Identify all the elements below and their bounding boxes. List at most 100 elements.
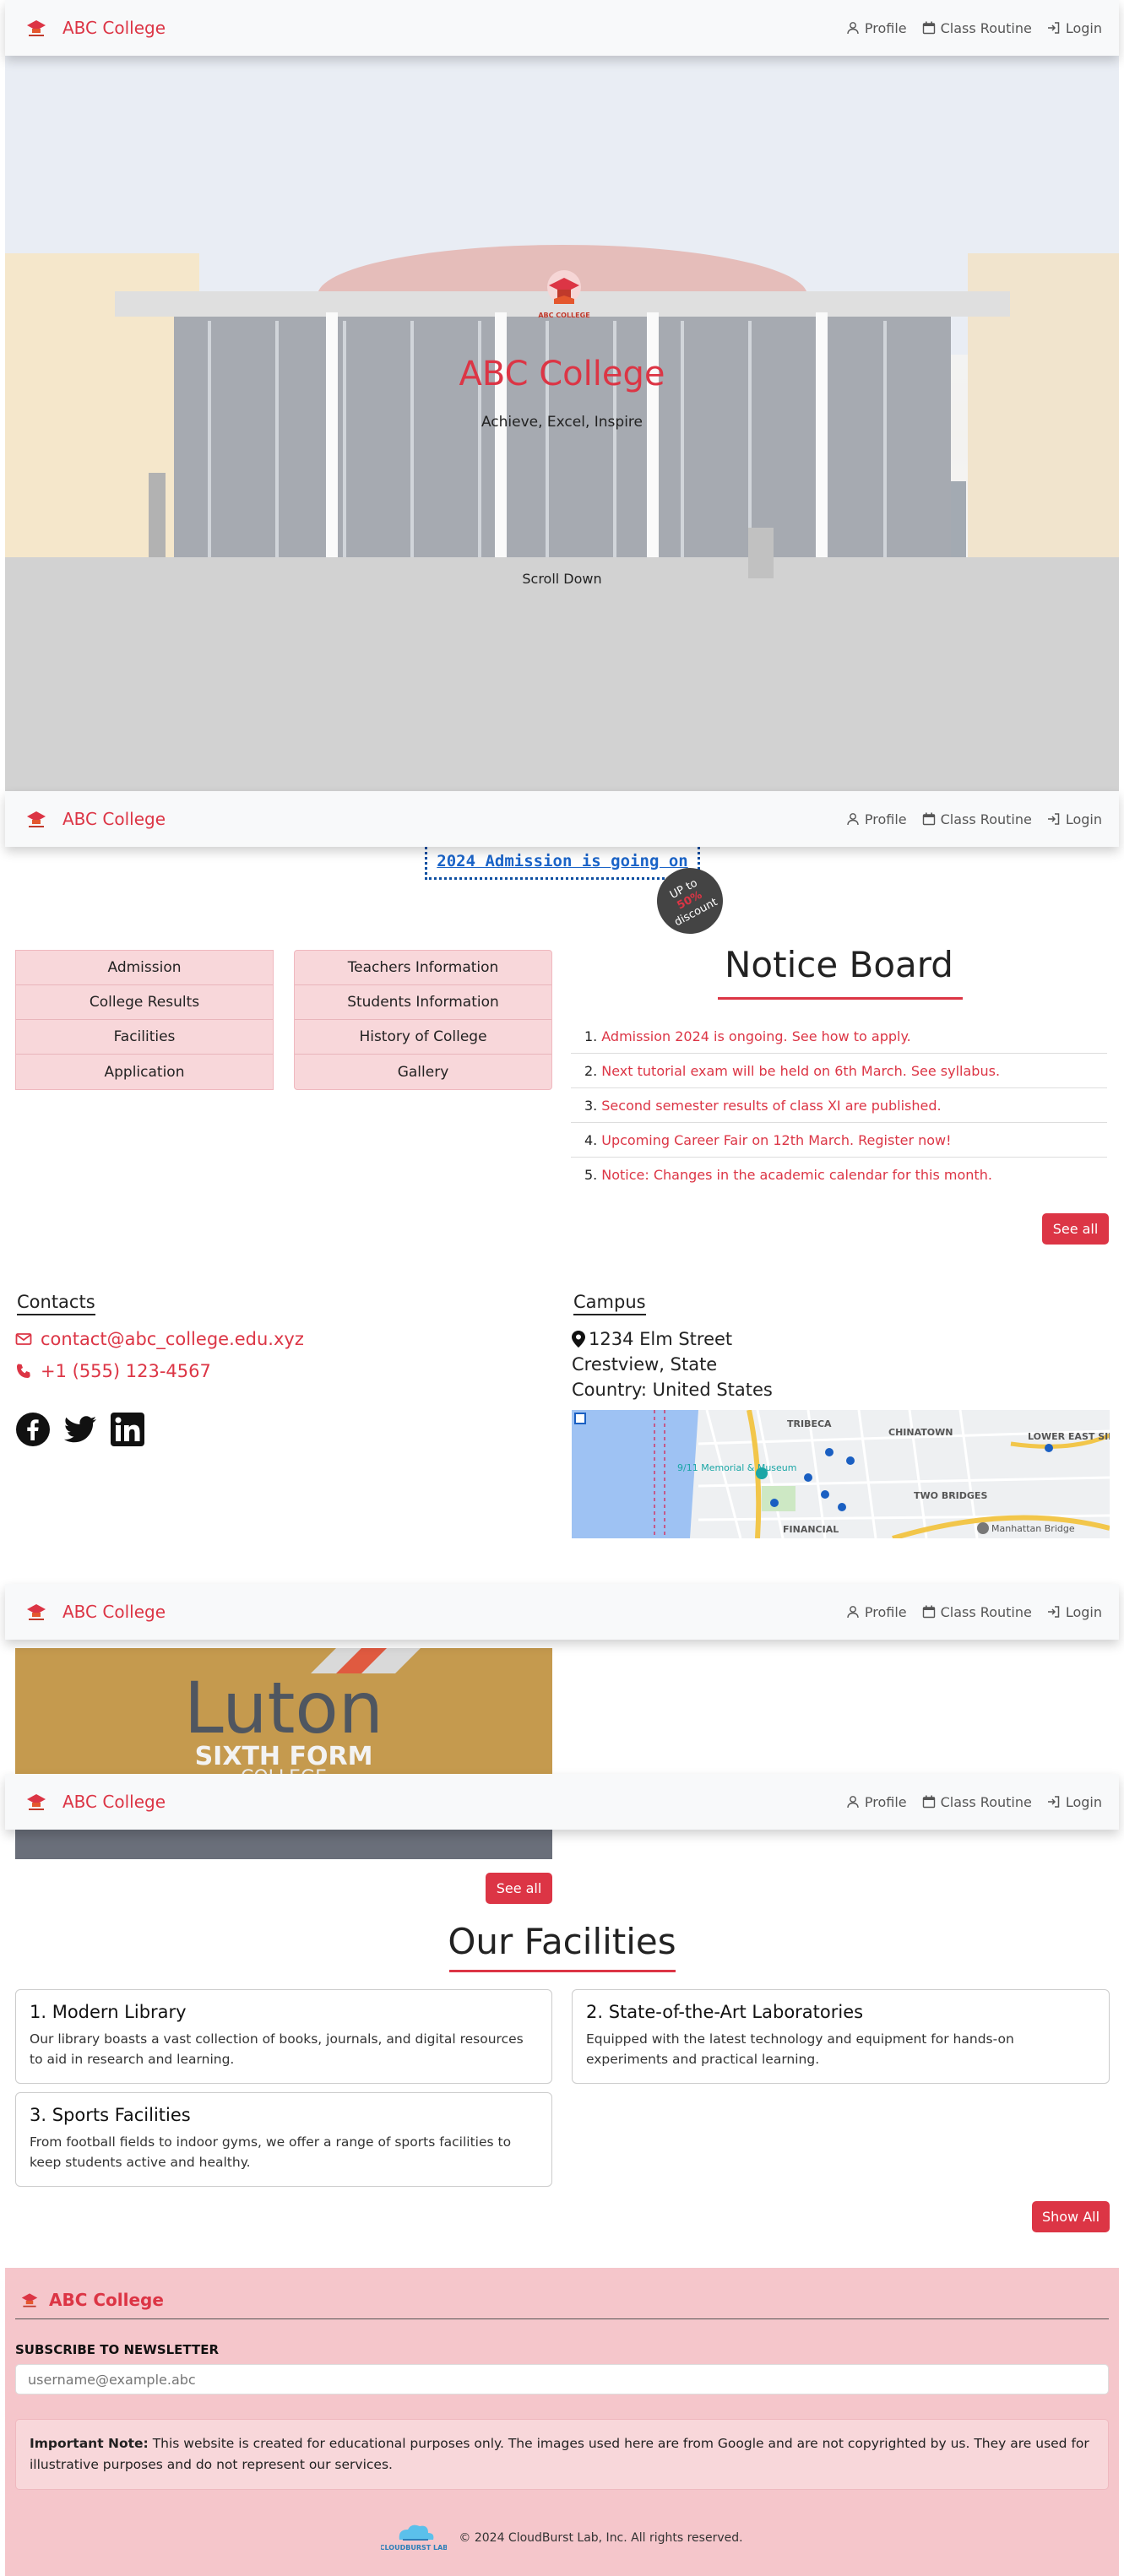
newsletter-email-input[interactable]: [15, 2364, 1109, 2394]
footer-divider: [15, 2318, 1109, 2319]
facility-card-title: 1. Modern Library: [30, 2002, 187, 2022]
facilities-show-all-button[interactable]: Show All: [1032, 2201, 1110, 2232]
copyright-text: © 2024 CloudBurst Lab, Inc. All rights r…: [459, 2531, 743, 2545]
notice-item[interactable]: 1. Admission 2024 is ongoing. See how to …: [571, 1019, 1107, 1054]
admission-banner-link[interactable]: 2024 Admission is going on: [425, 843, 700, 880]
nav-profile-label: Profile: [864, 19, 907, 36]
brand-name[interactable]: ABC College: [62, 18, 166, 38]
linkedin-icon[interactable]: [110, 1412, 145, 1447]
contact-phone-text[interactable]: +1 (555) 123-4567: [41, 1361, 211, 1381]
map-label: TWO BRIDGES: [914, 1490, 987, 1501]
cloudburst-logo-icon[interactable]: CLOUDBURST LAB: [381, 2521, 447, 2555]
important-note-text: This website is created for educational …: [30, 2436, 1089, 2472]
important-note-label: Important Note:: [30, 2436, 149, 2451]
nav-login[interactable]: Login: [1047, 20, 1102, 36]
footer-brand[interactable]: ABC College: [19, 2290, 164, 2310]
navbar-sticky: ABC College Profile Class Routine Login: [5, 791, 1119, 847]
brand-name[interactable]: ABC College: [62, 1792, 166, 1812]
notice-board-underline: [718, 997, 963, 1000]
brand-name[interactable]: ABC College: [62, 809, 166, 829]
nav-class-routine-label: Class Routine: [940, 811, 1032, 827]
contact-email[interactable]: contact@abc_college.edu.xyz: [15, 1329, 304, 1349]
gallery-see-all-button[interactable]: See all: [486, 1873, 552, 1904]
calendar-icon: [922, 1605, 935, 1619]
nav-class-routine-label: Class Routine: [940, 1793, 1032, 1810]
phone-icon: [17, 1364, 30, 1378]
sign-in-icon: [1047, 1606, 1060, 1618]
nav-profile[interactable]: Profile: [846, 1604, 907, 1620]
notice-see-all-button[interactable]: See all: [1042, 1213, 1109, 1245]
facility-card: 2. State-of-the-Art Laboratories Equippe…: [572, 1989, 1110, 2084]
sign-in-icon: [1047, 1796, 1060, 1808]
facility-card-text: Equipped with the latest technology and …: [586, 2031, 1014, 2068]
contact-email-text[interactable]: contact@abc_college.edu.xyz: [41, 1329, 304, 1349]
hero-tagline: Achieve, Excel, Inspire: [481, 414, 643, 431]
nav-class-routine[interactable]: Class Routine: [922, 1794, 1032, 1810]
facility-card-title: 2. State-of-the-Art Laboratories: [586, 2002, 864, 2022]
link-admission[interactable]: Admission: [16, 951, 273, 985]
nav-class-routine[interactable]: Class Routine: [922, 20, 1032, 36]
campus-heading: Campus: [573, 1292, 646, 1315]
hero-logo-text: ABC COLLEGE: [538, 312, 589, 319]
twitter-icon[interactable]: [62, 1412, 98, 1447]
nav-class-routine[interactable]: Class Routine: [922, 1604, 1032, 1620]
nav-class-routine[interactable]: Class Routine: [922, 811, 1032, 827]
campus-country: Country: United States: [572, 1380, 773, 1400]
nav-login[interactable]: Login: [1047, 1604, 1102, 1620]
brand-logo-icon[interactable]: [22, 805, 51, 833]
brand-logo-icon[interactable]: [22, 14, 51, 42]
brand-logo-icon[interactable]: [22, 1597, 51, 1626]
facility-card: 3. Sports Facilities From football field…: [15, 2092, 552, 2187]
notice-item-text[interactable]: Next tutorial exam will be held on 6th M…: [601, 1063, 1000, 1079]
link-students-information[interactable]: Students Information: [295, 985, 551, 1020]
notice-item[interactable]: 5. Notice: Changes in the academic calend…: [571, 1158, 1107, 1192]
facility-card-text: From football fields to indoor gyms, we …: [30, 2134, 512, 2171]
contact-phone[interactable]: +1 (555) 123-4567: [15, 1361, 211, 1381]
nav-profile[interactable]: Profile: [846, 1794, 907, 1810]
notice-item-text[interactable]: Admission 2024 is ongoing. See how to ap…: [601, 1028, 910, 1044]
link-college-results[interactable]: College Results: [16, 985, 273, 1020]
calendar-icon: [922, 812, 935, 826]
notice-item-text[interactable]: Second semester results of class XI are …: [601, 1098, 941, 1114]
nav-profile[interactable]: Profile: [846, 20, 907, 36]
user-icon: [847, 1796, 859, 1809]
quick-links-middle: Teachers Information Students Informatio…: [294, 950, 552, 1090]
quick-links-left: Admission College Results Facilities App…: [15, 950, 274, 1090]
link-teachers-information[interactable]: Teachers Information: [295, 951, 551, 985]
nav-login-label: Login: [1065, 19, 1102, 36]
link-facilities[interactable]: Facilities: [16, 1020, 273, 1055]
footer-brand-name: ABC College: [49, 2290, 164, 2310]
notice-item-text[interactable]: Notice: Changes in the academic calendar…: [601, 1167, 992, 1183]
notice-item[interactable]: 3. Second semester results of class XI ar…: [571, 1088, 1107, 1123]
map-label: CHINATOWN: [888, 1427, 953, 1438]
link-history-of-college[interactable]: History of College: [295, 1020, 551, 1055]
facebook-icon[interactable]: [15, 1412, 51, 1447]
footer: ABC College SUBSCRIBE TO NEWSLETTER Impo…: [5, 2268, 1119, 2576]
navbar-sticky: ABC College Profile Class Routine Login: [5, 1584, 1119, 1640]
link-application[interactable]: Application: [16, 1055, 273, 1089]
notice-board-title: Notice Board: [725, 944, 953, 985]
scroll-down-link[interactable]: Scroll Down: [5, 571, 1119, 587]
nav-links: Profile Class Routine Login: [846, 1604, 1102, 1620]
campus-map[interactable]: TRIBECA CHINATOWN LOWER EAST SIDE TWO BR…: [572, 1410, 1110, 1538]
notice-item[interactable]: 2. Next tutorial exam will be held on 6th…: [571, 1054, 1107, 1088]
photo-text: Luton: [184, 1667, 383, 1749]
link-gallery[interactable]: Gallery: [295, 1055, 551, 1089]
user-icon: [847, 1606, 859, 1619]
nav-class-routine-label: Class Routine: [940, 19, 1032, 36]
nav-profile-label: Profile: [864, 811, 907, 827]
nav-login[interactable]: Login: [1047, 811, 1102, 827]
brand-name[interactable]: ABC College: [62, 1602, 166, 1622]
nav-links: Profile Class Routine Login: [846, 811, 1102, 827]
contacts-heading: Contacts: [17, 1292, 95, 1315]
user-icon: [847, 22, 859, 35]
notice-item[interactable]: 4. Upcoming Career Fair on 12th March. Re…: [571, 1123, 1107, 1158]
footer-bottom: CLOUDBURST LAB © 2024 CloudBurst Lab, In…: [5, 2521, 1119, 2555]
map-label: TRIBECA: [787, 1418, 832, 1429]
nav-profile[interactable]: Profile: [846, 811, 907, 827]
page: ABC COLLEGE ABC College Achieve, Excel, …: [0, 0, 1124, 2576]
brand-logo-icon[interactable]: [22, 1787, 51, 1816]
facility-card-text: Our library boasts a vast collection of …: [30, 2031, 524, 2068]
nav-login[interactable]: Login: [1047, 1794, 1102, 1810]
notice-item-text[interactable]: Upcoming Career Fair on 12th March. Regi…: [601, 1132, 951, 1148]
